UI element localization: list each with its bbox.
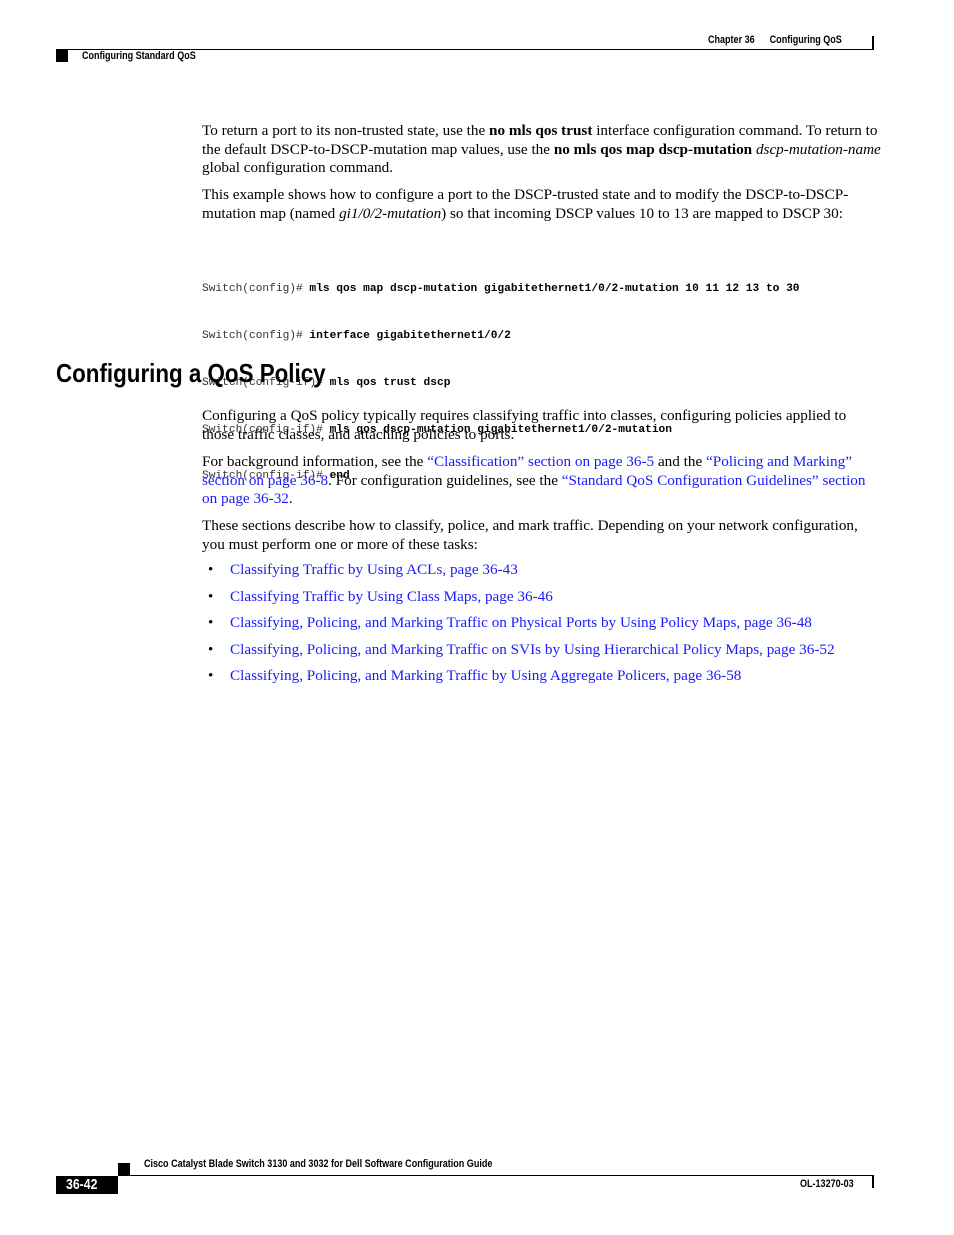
bullet-icon: • — [208, 640, 214, 658]
text: These sections describe how to classify,… — [202, 517, 858, 553]
map-name: gi1/0/2-mutation — [339, 204, 442, 222]
code-command: mls qos map dscp-mutation gigabitetherne… — [309, 283, 800, 296]
command-no-mls-qos-map: no mls qos map dscp-mutation — [553, 140, 753, 158]
code-prompt: Switch(config)# — [202, 329, 310, 342]
text: . — [288, 490, 293, 508]
code-command: interface gigabitethernet1/0/2 — [309, 329, 511, 342]
link-task-svis[interactable]: Classifying, Policing, and Marking Traff… — [230, 641, 835, 658]
footer-guide-title: Cisco Catalyst Blade Switch 3130 and 303… — [144, 1158, 493, 1170]
footer-marker — [118, 1163, 130, 1175]
text: and the — [654, 453, 707, 470]
text: global configuration command. — [202, 159, 394, 177]
code-command: mls qos trust dscp — [329, 376, 451, 389]
footer-doc-id: OL-13270-03 — [800, 1178, 854, 1190]
header-section-marker — [56, 50, 68, 62]
link-classification[interactable]: “Classification” section on page 36-5 — [427, 453, 654, 470]
intro-paragraph-2: This example shows how to configure a po… — [202, 186, 882, 223]
link-task-aggregate-policers[interactable]: Classifying, Policing, and Marking Traff… — [230, 667, 741, 684]
footer-rule — [118, 1175, 874, 1176]
text: For background information, see the — [202, 453, 428, 470]
code-prompt: Switch(config)# — [202, 283, 310, 296]
text: ) so that incoming DSCP values 10 to 13 … — [441, 204, 843, 222]
text: To return a port to its non-trusted stat… — [202, 122, 490, 139]
section-heading: Configuring a QoS Policy — [56, 358, 326, 388]
list-item: • Classifying Traffic by Using ACLs, page… — [202, 561, 902, 588]
header-right-tick — [872, 36, 874, 50]
bullet-icon: • — [208, 561, 214, 578]
section-paragraph-3: These sections describe how to classify,… — [202, 517, 882, 554]
intro-paragraph-1: To return a port to its non-trusted stat… — [202, 122, 882, 178]
header-section: Configuring Standard QoS — [82, 50, 196, 62]
command-no-mls-qos-trust: no mls qos trust — [489, 122, 593, 139]
footer-page-number-box: 36-42 — [56, 1176, 118, 1194]
argument-dscp-mutation-name: dscp-mutation-name — [755, 140, 881, 158]
bullet-icon: • — [208, 614, 214, 631]
link-task-acls[interactable]: Classifying Traffic by Using ACLs, page … — [230, 561, 518, 578]
section-paragraph-1: Configuring a QoS policy typically requi… — [202, 407, 882, 444]
text: Configuring a QoS policy typically requi… — [202, 407, 847, 443]
code-line: Switch(config)# mls qos map dscp-mutatio… — [202, 282, 800, 298]
code-line: Switch(config)# interface gigabitetherne… — [202, 329, 800, 345]
bullet-icon: • — [208, 587, 214, 605]
task-list: • Classifying Traffic by Using ACLs, page… — [202, 561, 902, 694]
link-task-class-maps[interactable]: Classifying Traffic by Using Class Maps,… — [230, 588, 553, 605]
list-item: • Classifying, Policing, and Marking Traf… — [202, 614, 902, 641]
list-item: • Classifying, Policing, and Marking Traf… — [202, 667, 902, 694]
link-task-physical-ports[interactable]: Classifying, Policing, and Marking Traff… — [230, 614, 812, 631]
header-chapter-title: Configuring QoS — [769, 34, 842, 46]
bullet-icon: • — [208, 667, 214, 684]
footer-right-tick — [872, 1176, 874, 1188]
text: . For configuration guidelines, see the — [328, 471, 562, 489]
footer-page-number: 36-42 — [66, 1176, 98, 1193]
list-item: • Classifying, Policing, and Marking Traf… — [202, 641, 902, 668]
section-paragraph-2: For background information, see the “Cla… — [202, 453, 882, 509]
header-chapter: Chapter 36 Configuring QoS — [708, 34, 842, 46]
header-chapter-number: Chapter 36 — [708, 34, 755, 46]
list-item: • Classifying Traffic by Using Class Maps… — [202, 588, 902, 615]
